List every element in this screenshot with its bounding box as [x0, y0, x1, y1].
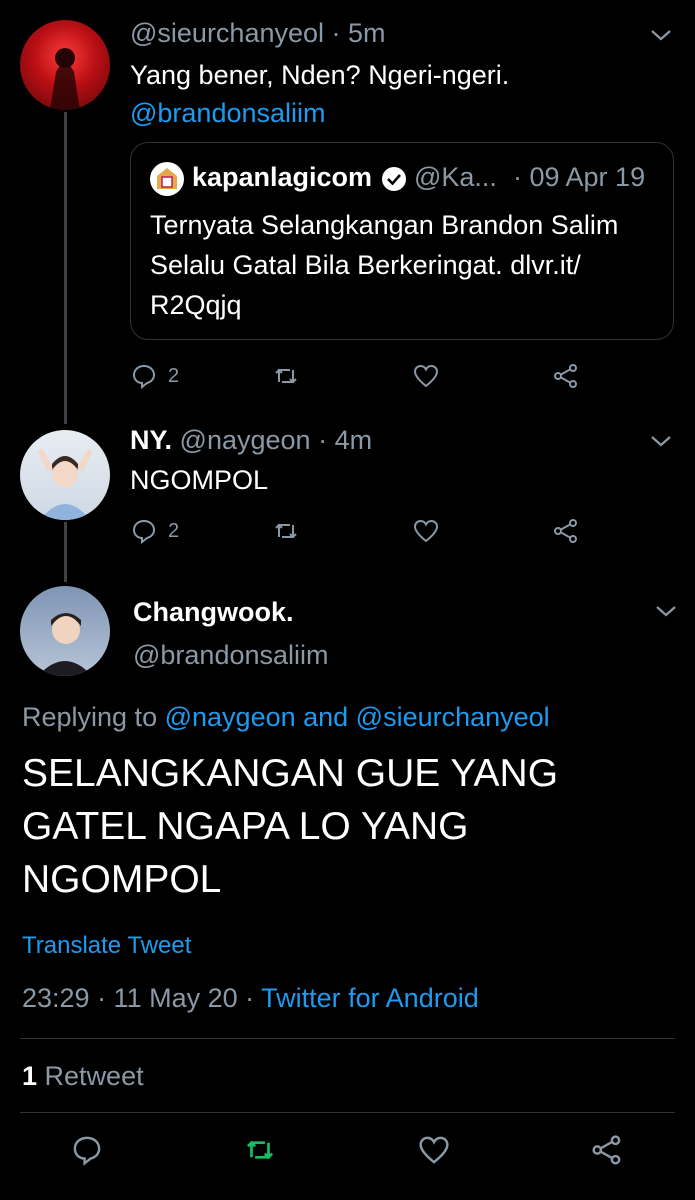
chevron-down-icon[interactable] — [648, 432, 674, 450]
avatar[interactable] — [20, 430, 110, 520]
main-tweet-actions — [0, 1135, 695, 1175]
translate-link[interactable]: Translate Tweet — [22, 932, 191, 960]
retweet-button[interactable] — [272, 516, 300, 546]
share-button[interactable] — [552, 361, 580, 391]
tweet-handle[interactable]: @sieurchanyeol — [130, 18, 324, 48]
heart-icon — [413, 364, 439, 388]
chevron-down-icon[interactable] — [653, 602, 679, 620]
divider — [20, 1038, 675, 1039]
like-button[interactable] — [412, 361, 440, 391]
quote-avatar — [150, 162, 184, 196]
thread-line — [64, 112, 67, 424]
tweet-handle[interactable]: @naygeon — [180, 425, 311, 455]
share-button[interactable] — [590, 1135, 624, 1165]
reply-icon — [132, 519, 156, 545]
divider — [20, 1112, 675, 1113]
retweet-icon — [246, 1140, 274, 1160]
avatar[interactable] — [20, 20, 110, 110]
tweet-header: NY. @naygeon · 4m — [130, 425, 372, 456]
retweet-stats[interactable]: 1 Retweet — [22, 1061, 144, 1092]
like-button[interactable] — [412, 516, 440, 546]
share-button[interactable] — [552, 516, 580, 546]
avatar[interactable] — [20, 586, 110, 676]
tweet-text: Yang bener, Nden? Ngeri-ngeri. — [130, 60, 510, 90]
reply-count: 2 — [168, 364, 180, 387]
main-tweet-text-line: NGOMPOL — [22, 858, 222, 901]
replying-prefix: Replying to — [22, 702, 158, 732]
quote-text-line: Ternyata Selangkangan Brandon Salim — [150, 210, 619, 240]
heart-icon — [419, 1136, 449, 1164]
main-tweet-handle[interactable]: @brandonsaliim — [133, 640, 329, 671]
reply-count: 2 — [168, 519, 180, 542]
main-tweet-text-line: SELANGKANGAN GUE YANG — [22, 752, 559, 795]
main-tweet-name[interactable]: Changwook. — [133, 597, 294, 628]
retweet-button[interactable] — [243, 1135, 277, 1165]
retweet-count: 1 — [22, 1061, 38, 1091]
source-link[interactable]: Twitter for Android — [261, 983, 479, 1013]
thread-line — [64, 522, 67, 582]
mention-link[interactable]: @brandonsaliim — [130, 98, 326, 129]
retweet-icon — [275, 523, 297, 539]
tweet-header: @sieurchanyeol · 5m — [130, 18, 386, 49]
share-icon — [592, 1135, 621, 1165]
tweet-text: NGOMPOL — [130, 465, 269, 495]
tweet-name[interactable]: NY. — [130, 425, 172, 455]
retweet-label: Retweet — [44, 1061, 144, 1091]
quote-handle: @Ka... — [414, 162, 497, 192]
reply-button[interactable] — [70, 1135, 104, 1166]
quote-text-line: R2Qqjq — [150, 290, 242, 320]
replying-users-link[interactable]: @naygeon and @sieurchanyeol — [165, 702, 550, 732]
reply-icon — [132, 364, 156, 390]
retweet-button[interactable] — [272, 361, 300, 391]
timestamp: 23:29 · 11 May 20 · — [22, 983, 255, 1013]
share-icon — [554, 364, 577, 388]
retweet-icon — [275, 368, 297, 384]
verified-icon — [382, 167, 406, 191]
reply-button[interactable]: 2 — [130, 516, 179, 546]
reply-icon — [73, 1136, 101, 1166]
main-tweet-text-line: GATEL NGAPA LO YANG — [22, 805, 469, 848]
chevron-down-icon[interactable] — [648, 26, 674, 44]
heart-icon — [413, 519, 439, 543]
tweet-time: · 4m — [318, 425, 373, 455]
quote-date: · 09 Apr 19 — [513, 162, 646, 192]
quote-header: kapanlagicom — [192, 162, 372, 193]
like-button[interactable] — [417, 1135, 451, 1165]
reply-button[interactable]: 2 — [130, 361, 179, 391]
replying-to: Replying to @naygeon and @sieurchanyeol — [22, 702, 550, 733]
quote-name: kapanlagicom — [192, 162, 373, 192]
tweet-actions: 2 — [130, 361, 590, 391]
quote-text-line: Selalu Gatal Bila Berkeringat. dlvr.it/ — [150, 250, 581, 280]
share-icon — [554, 519, 577, 543]
tweet-meta: 23:29 · 11 May 20 · Twitter for Android — [22, 983, 479, 1014]
tweet-actions: 2 — [130, 516, 590, 546]
tweet-time: · 5m — [331, 18, 386, 48]
